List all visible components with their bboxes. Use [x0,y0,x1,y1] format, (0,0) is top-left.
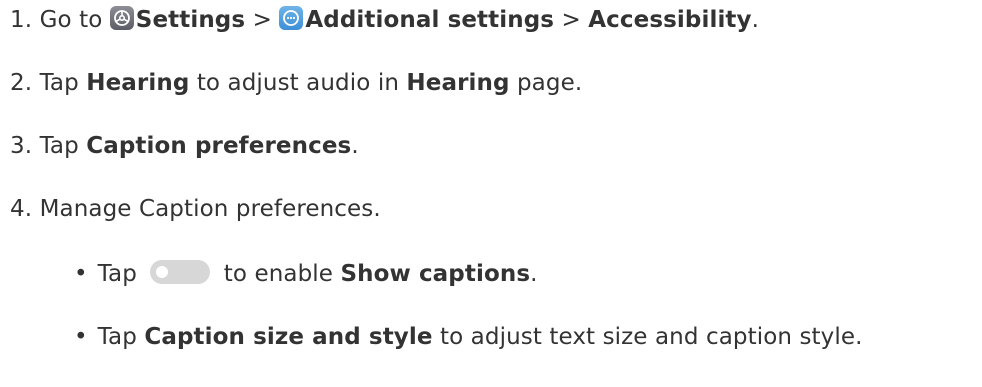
step-text: to adjust text size and caption style. [439,324,863,350]
punctuation: . [751,7,760,33]
more-dots-icon [279,6,304,30]
additional-settings-label: Additional settings [305,7,555,33]
caption-size-style-label: Caption size and style [144,324,433,350]
sub-step-1: • Tap to enable Show captions. [74,258,538,290]
step-text: Tap [39,133,79,159]
step-text: Tap [39,70,79,96]
toggle-switch-icon [150,260,211,284]
step-number: 1. [10,7,33,33]
bullet: • [74,324,88,350]
step-text: Tap [97,324,137,350]
path-separator: > [252,7,272,33]
settings-label: Settings [135,7,246,33]
step-3: 3. Tap Caption preferences. [10,130,359,162]
settings-gear-icon [109,6,134,30]
step-text: Manage Caption preferences. [39,196,381,222]
step-number: 4. [10,196,33,222]
show-captions-label: Show captions [340,261,531,287]
hearing-page-label: Hearing [406,70,510,96]
step-number: 3. [10,133,33,159]
punctuation: . [351,133,359,159]
step-text: Go to [39,7,103,33]
bullet: • [74,261,88,287]
step-text: page. [516,70,583,96]
hearing-label: Hearing [86,70,190,96]
toggle-knob [156,266,169,278]
path-separator: > [561,7,581,33]
caption-preferences-label: Caption preferences [86,133,352,159]
step-number: 2. [10,70,33,96]
sub-step-2: • Tap Caption size and style to adjust te… [74,321,863,353]
step-1: 1. Go to Settings > Additional settings … [10,4,759,36]
step-text: Tap [97,261,137,287]
step-text: to adjust audio in [196,70,399,96]
step-2: 2. Tap Hearing to adjust audio in Hearin… [10,67,582,99]
accessibility-label: Accessibility [588,7,752,33]
step-4: 4. Manage Caption preferences. [10,193,381,225]
step-text: to enable [223,261,334,287]
punctuation: . [530,261,538,287]
